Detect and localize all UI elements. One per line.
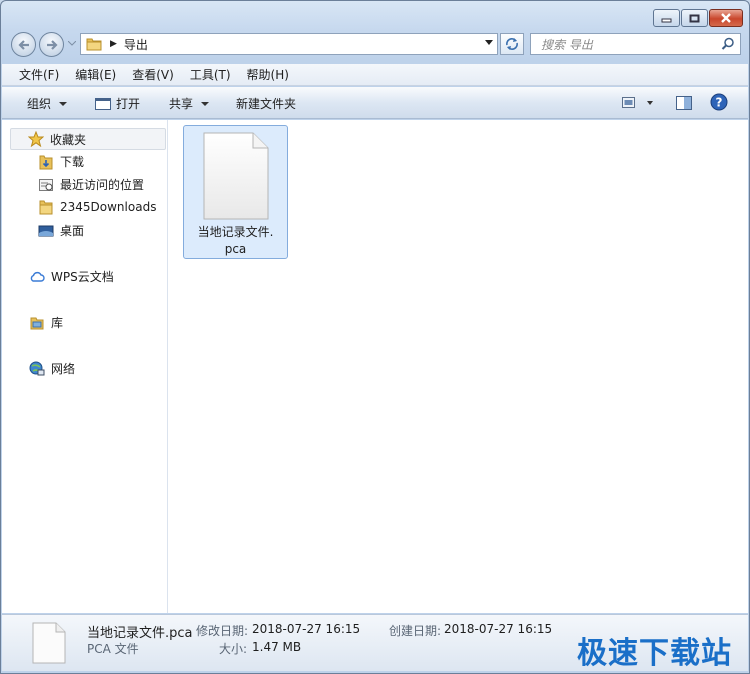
refresh-icon (506, 38, 518, 50)
breadcrumb-separator-icon[interactable]: ▶ (110, 39, 117, 49)
share-button[interactable]: 共享 (169, 95, 210, 112)
menu-tools[interactable]: 工具(T) (190, 66, 239, 83)
details-filename: 当地记录文件.pca (87, 626, 193, 641)
details-created-value: 2018-07-27 16:15 (444, 622, 553, 636)
file-name-line-2: pca (224, 242, 247, 256)
document-icon (203, 132, 269, 220)
file-item[interactable]: 当地记录文件. pca (183, 125, 288, 259)
nav-item-downloads[interactable]: 下载 (38, 153, 84, 170)
nav-item-desktop-label: 桌面 (60, 224, 85, 238)
nav-item-2345downloads-label: 2345Downloads (60, 200, 157, 214)
nav-favorites-label: 收藏夹 (50, 132, 87, 147)
command-bar: 组织 打开 共享 新建文件夹 ? (2, 87, 748, 119)
search-placeholder: 搜索 导出 (541, 37, 593, 52)
nav-library[interactable]: 库 (29, 314, 63, 331)
refresh-button[interactable] (500, 33, 524, 55)
minimize-button[interactable] (653, 9, 680, 27)
chevron-down-icon (201, 101, 210, 106)
share-label: 共享 (169, 97, 194, 111)
maximize-icon (689, 14, 700, 22)
nav-library-label: 库 (51, 316, 64, 330)
help-button[interactable]: ? (710, 93, 728, 114)
recent-pages-dropdown-icon[interactable] (68, 41, 76, 46)
folder-icon (39, 200, 53, 215)
library-icon (30, 317, 44, 329)
details-modified-label: 修改日期: (196, 624, 249, 638)
menu-bar: 文件(F) 编辑(E) 查看(V) 工具(T) 帮助(H) (2, 64, 748, 86)
content-area: 收藏夹 下载 最近访问的位置 2345Downloads 桌面 WPS云文档 库… (2, 120, 748, 613)
nav-item-downloads-label: 下载 (60, 155, 85, 169)
nav-item-2345downloads[interactable]: 2345Downloads (38, 199, 156, 215)
menu-view[interactable]: 查看(V) (132, 66, 182, 83)
organize-label: 组织 (27, 97, 52, 111)
open-label: 打开 (116, 97, 141, 111)
explorer-window: ▶ 导出 搜索 导出 文件(F) 编辑(E) 查看(V) 工具(T) 帮助(H)… (0, 0, 750, 674)
details-pane: 当地记录文件.pca PCA 文件 修改日期: 2018-07-27 16:15… (2, 614, 748, 671)
nav-item-recent-places-label: 最近访问的位置 (60, 178, 145, 192)
navigation-pane[interactable]: 收藏夹 下载 最近访问的位置 2345Downloads 桌面 WPS云文档 库… (2, 120, 168, 613)
file-name-line-1: 当地记录文件. (197, 225, 274, 239)
menu-edit[interactable]: 编辑(E) (75, 66, 124, 83)
caption-buttons (653, 9, 743, 27)
nav-network-label: 网络 (51, 362, 76, 376)
details-type: PCA 文件 (87, 642, 139, 656)
view-icon (622, 97, 653, 108)
close-icon (721, 13, 731, 23)
menu-help[interactable]: 帮助(H) (247, 66, 297, 83)
recent-places-icon (39, 178, 53, 191)
nav-wps-cloud-label: WPS云文档 (51, 270, 114, 284)
address-bar[interactable]: ▶ 导出 (80, 33, 498, 55)
star-icon (28, 131, 44, 147)
details-size-value: 1.47 MB (252, 640, 302, 654)
organize-button[interactable]: 组织 (27, 95, 68, 112)
nav-item-recent-places[interactable]: 最近访问的位置 (38, 176, 144, 193)
cloud-icon (30, 271, 45, 282)
preview-pane-button[interactable] (675, 95, 693, 114)
forward-button[interactable] (39, 32, 64, 57)
arrow-left-icon (17, 39, 29, 50)
details-created-label: 创建日期: (389, 624, 442, 638)
details-modified-value: 2018-07-27 16:15 (252, 622, 361, 636)
document-thumbnail-icon (32, 622, 66, 664)
folder-icon (86, 38, 102, 51)
nav-wps-cloud[interactable]: WPS云文档 (29, 268, 114, 285)
close-button[interactable] (709, 9, 743, 27)
svg-text:?: ? (716, 96, 723, 110)
arrow-right-icon (46, 39, 58, 50)
breadcrumb-current[interactable]: 导出 (124, 36, 148, 53)
open-button[interactable]: 打开 (95, 95, 140, 112)
desktop-icon (38, 225, 54, 236)
chevron-down-icon (59, 101, 68, 106)
window-icon (95, 97, 111, 110)
downloads-folder-icon (39, 155, 53, 169)
new-folder-button[interactable]: 新建文件夹 (236, 95, 296, 112)
maximize-button[interactable] (681, 9, 708, 27)
network-icon (29, 361, 45, 375)
file-name: 当地记录文件. pca (184, 224, 287, 258)
preview-pane-icon (676, 96, 692, 110)
help-icon: ? (710, 93, 728, 111)
watermark-text: 极速下载站 (577, 636, 732, 671)
nav-favorites[interactable]: 收藏夹 (10, 128, 166, 150)
minimize-icon (661, 18, 672, 22)
search-box[interactable]: 搜索 导出 (530, 33, 741, 55)
nav-network[interactable]: 网络 (29, 360, 75, 377)
back-button[interactable] (11, 32, 36, 57)
file-list-pane[interactable]: 当地记录文件. pca (169, 120, 748, 613)
view-options-button[interactable] (621, 96, 655, 113)
menu-file[interactable]: 文件(F) (2, 66, 67, 83)
search-icon[interactable] (721, 37, 735, 51)
nav-item-desktop[interactable]: 桌面 (38, 222, 84, 239)
new-folder-label: 新建文件夹 (236, 97, 297, 111)
details-size-label: 大小: (219, 642, 248, 656)
address-dropdown-icon[interactable] (485, 40, 493, 45)
